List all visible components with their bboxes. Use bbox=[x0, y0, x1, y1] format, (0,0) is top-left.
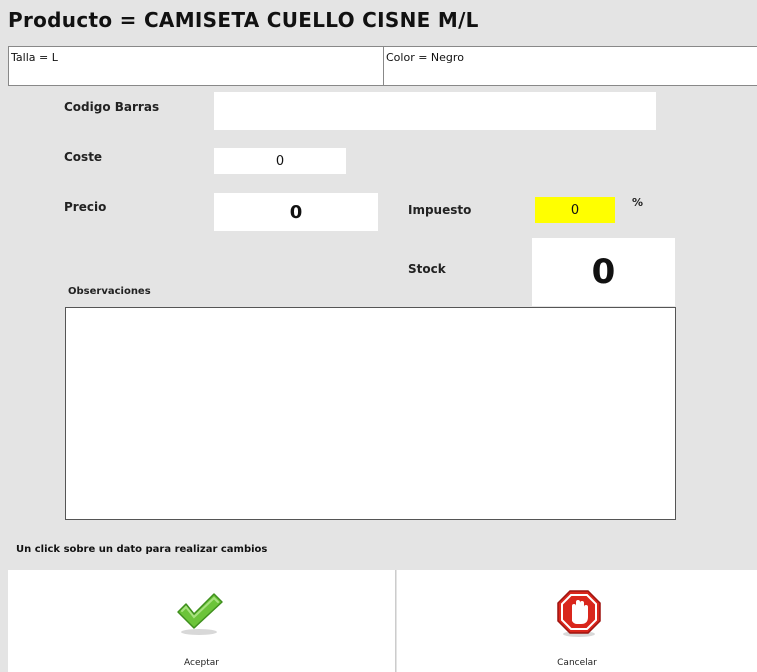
coste-field[interactable]: 0 bbox=[214, 148, 346, 174]
observaciones-textarea[interactable] bbox=[65, 307, 676, 520]
stock-field[interactable]: 0 bbox=[532, 238, 675, 306]
impuesto-label: Impuesto bbox=[408, 203, 472, 217]
observaciones-label: Observaciones bbox=[68, 286, 151, 297]
accept-button[interactable]: Aceptar bbox=[8, 570, 396, 672]
precio-field[interactable]: 0 bbox=[214, 193, 378, 231]
stop-hand-icon bbox=[557, 590, 601, 637]
cancel-button[interactable]: Cancelar bbox=[397, 570, 757, 672]
checkmark-icon bbox=[177, 593, 223, 635]
talla-field[interactable]: Talla = L bbox=[8, 46, 384, 86]
cancel-button-label: Cancelar bbox=[557, 658, 597, 668]
impuesto-field[interactable]: 0 bbox=[535, 197, 615, 223]
hint-text: Un click sobre un dato para realizar cam… bbox=[16, 544, 268, 555]
impuesto-unit: % bbox=[632, 196, 644, 209]
precio-label: Precio bbox=[64, 200, 107, 214]
accept-button-label: Aceptar bbox=[184, 658, 219, 668]
page-title: Producto = CAMISETA CUELLO CISNE M/L bbox=[8, 8, 479, 32]
stock-label: Stock bbox=[408, 262, 446, 276]
coste-label: Coste bbox=[64, 150, 103, 164]
codigo-barras-label: Codigo Barras bbox=[64, 100, 160, 114]
color-field[interactable]: Color = Negro bbox=[383, 46, 757, 86]
codigo-barras-field[interactable] bbox=[214, 92, 656, 130]
